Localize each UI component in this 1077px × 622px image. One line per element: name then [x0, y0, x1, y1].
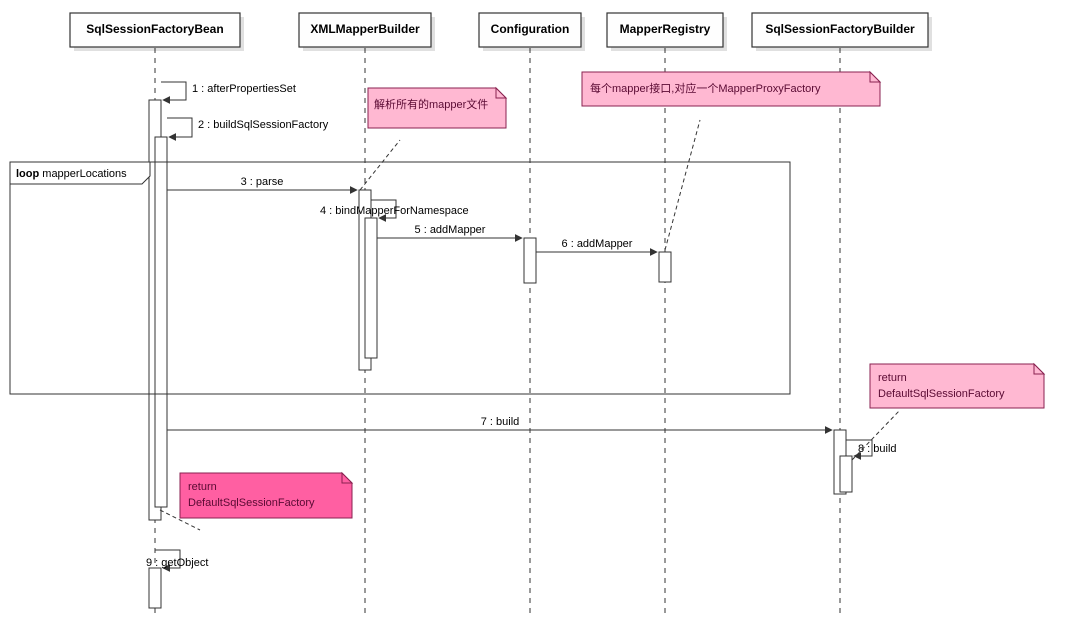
- message-7: 7 : build: [167, 416, 832, 430]
- loop-keyword: loop: [16, 168, 39, 180]
- participant-configuration: Configuration: [479, 13, 585, 51]
- participant-xmlMapperBuilder: XMLMapperBuilder: [299, 13, 435, 51]
- message-label: 8 : build: [858, 443, 897, 455]
- activation: [149, 568, 161, 608]
- note-text: 解析所有的mapper文件: [374, 97, 488, 111]
- participant-sqlSessionFactoryBuilder: SqlSessionFactoryBuilder: [752, 13, 932, 51]
- message-6: 6 : addMapper: [536, 238, 657, 252]
- activation: [659, 252, 671, 282]
- note-text: DefaultSqlSessionFactory: [188, 497, 315, 509]
- note-text: 每个mapper接口,对应一个MapperProxyFactory: [590, 81, 821, 95]
- message-label: 1 : afterPropertiesSet: [192, 83, 296, 95]
- participant-sqlSessionFactoryBean: SqlSessionFactoryBean: [70, 13, 244, 51]
- activation: [365, 218, 377, 358]
- activation: [840, 456, 852, 492]
- message-label: 5 : addMapper: [415, 224, 486, 236]
- message-3: 3 : parse: [167, 176, 357, 190]
- note-proxy: 每个mapper接口,对应一个MapperProxyFactory: [582, 72, 880, 250]
- note-text: return: [188, 481, 217, 493]
- message-label: 4 : bindMapperForNamespace: [320, 205, 469, 217]
- message-8: 8 : build: [846, 440, 897, 456]
- note-text: return: [878, 372, 907, 384]
- participant-label: SqlSessionFactoryBuilder: [765, 22, 915, 36]
- note-text: DefaultSqlSessionFactory: [878, 388, 1005, 400]
- sequence-diagram: SqlSessionFactoryBean XMLMapperBuilder C…: [0, 0, 1077, 622]
- activation: [155, 137, 167, 507]
- message-1: 1 : afterPropertiesSet: [161, 82, 296, 100]
- activation: [524, 238, 536, 283]
- message-label: 3 : parse: [241, 176, 284, 188]
- message-label: 9 : getObject: [146, 557, 208, 569]
- message-2: 2 : buildSqlSessionFactory: [167, 118, 329, 137]
- participant-label: SqlSessionFactoryBean: [86, 22, 223, 36]
- participant-mapperRegistry: MapperRegistry: [607, 13, 727, 51]
- participant-label: XMLMapperBuilder: [310, 22, 420, 36]
- message-4: 4 : bindMapperForNamespace: [320, 200, 469, 218]
- participant-label: Configuration: [491, 22, 570, 36]
- message-label: 7 : build: [481, 416, 520, 428]
- message-label: 2 : buildSqlSessionFactory: [198, 119, 329, 131]
- note-return-main: return DefaultSqlSessionFactory: [160, 473, 352, 530]
- message-5: 5 : addMapper: [377, 224, 522, 238]
- svg-text:loop mapperLocations: loop mapperLocations: [16, 168, 127, 180]
- loop-fragment: loop mapperLocations: [10, 162, 790, 394]
- loop-title: mapperLocations: [42, 168, 127, 180]
- participant-label: MapperRegistry: [620, 22, 711, 36]
- message-label: 6 : addMapper: [562, 238, 633, 250]
- note-parse: 解析所有的mapper文件: [360, 88, 506, 190]
